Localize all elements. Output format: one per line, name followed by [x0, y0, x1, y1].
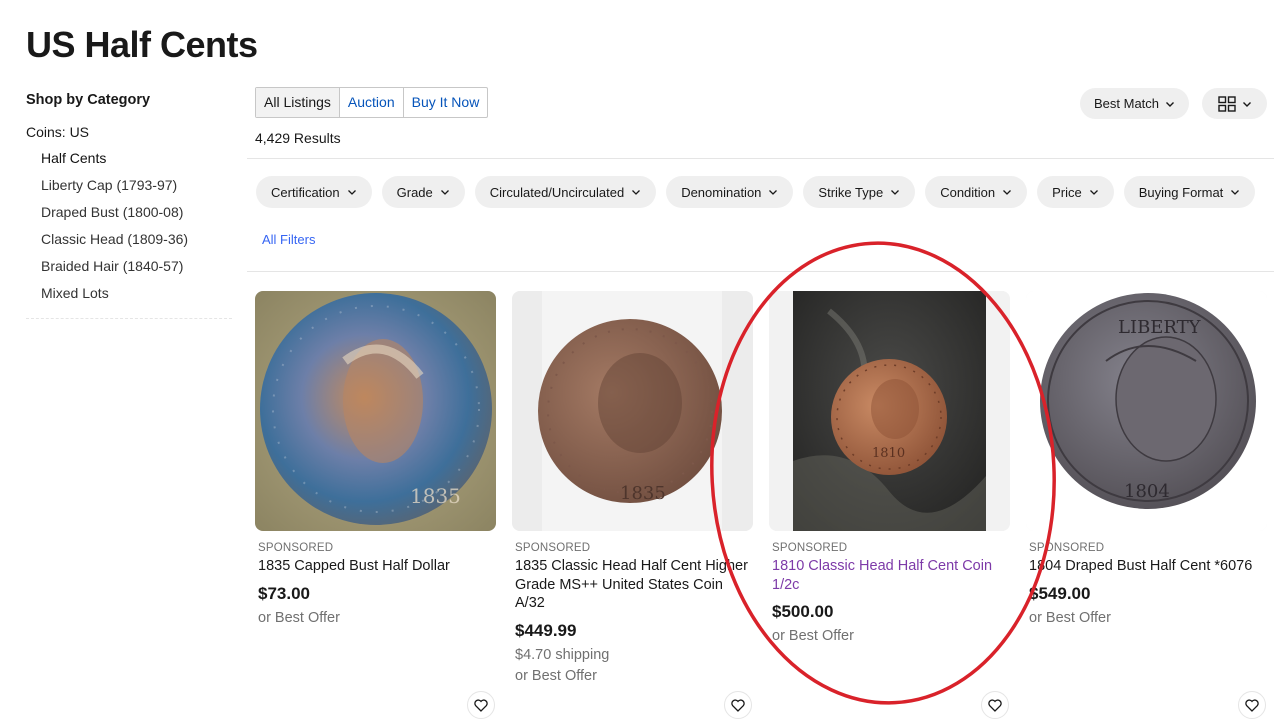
listing-format-tabs: All Listings Auction Buy It Now — [255, 87, 489, 118]
results-count: 4,429 Results — [255, 130, 341, 146]
tab-auction[interactable]: Auction — [340, 88, 404, 117]
listing-title[interactable]: 1835 Classic Head Half Cent Higher Grade… — [515, 557, 754, 613]
coin-date: 1804 — [1124, 481, 1170, 502]
sponsored-label: SPONSORED — [1029, 542, 1105, 554]
listing-price: $449.99 — [515, 620, 577, 640]
filter-strike-type[interactable]: Strike Type — [803, 176, 916, 208]
sidebar-item-classic-head[interactable]: Classic Head (1809-36) — [41, 231, 232, 258]
sponsored-label: SPONSORED — [515, 542, 591, 554]
coin-legend: LIBERTY — [1118, 317, 1202, 338]
filter-price[interactable]: Price — [1037, 176, 1114, 208]
listing-image[interactable]: 1835 — [512, 291, 753, 531]
watchlist-heart-button[interactable] — [724, 691, 752, 719]
view-toggle-button[interactable] — [1202, 88, 1267, 119]
coin-date: 1810 — [872, 446, 905, 461]
sidebar-parent-category[interactable]: Coins: US — [26, 124, 232, 140]
shipping-label: $4.70 shipping — [515, 646, 610, 663]
sidebar-category-list: Half Cents Liberty Cap (1793-97) Draped … — [26, 150, 232, 312]
grid-view-icon — [1217, 95, 1236, 112]
best-offer-label: or Best Offer — [1029, 609, 1111, 626]
listing-image[interactable]: 1810 — [769, 291, 1010, 531]
chevron-down-icon — [1003, 190, 1012, 195]
coin-date: 1835 — [620, 483, 666, 504]
coin-date: 1835 — [410, 484, 461, 508]
sponsored-label: SPONSORED — [772, 542, 848, 554]
divider — [247, 271, 1274, 272]
chevron-down-icon — [440, 190, 449, 195]
listing-price: $549.00 — [1029, 583, 1091, 603]
chevron-down-icon — [1231, 190, 1240, 195]
listing-title[interactable]: 1804 Draped Bust Half Cent *6076 — [1029, 557, 1268, 576]
chevron-down-icon — [632, 190, 641, 195]
filter-denomination[interactable]: Denomination — [666, 176, 794, 208]
heart-icon — [731, 698, 745, 712]
listing-card[interactable]: 1835 SPONSORED 1835 Capped Bust Half Dol… — [255, 291, 497, 626]
sidebar-item-mixed-lots[interactable]: Mixed Lots — [41, 285, 232, 312]
watchlist-heart-button[interactable] — [467, 691, 495, 719]
filter-bar: Certification Grade Circulated/Uncircula… — [256, 176, 1256, 256]
chevron-down-icon — [769, 190, 778, 195]
sidebar-item-draped-bust[interactable]: Draped Bust (1800-08) — [41, 204, 232, 231]
sidebar-item-braided-hair[interactable]: Braided Hair (1840-57) — [41, 258, 232, 285]
sponsored-label: SPONSORED — [258, 542, 334, 554]
filter-certification[interactable]: Certification — [256, 176, 372, 208]
listing-card[interactable]: LIBERTY 1804 SPONSORED 1804 Draped Bust … — [1026, 291, 1268, 626]
sidebar-divider — [26, 318, 232, 319]
listing-card[interactable]: 1810 SPONSORED 1810 Classic Head Half Ce… — [769, 291, 1011, 644]
sidebar-item-liberty-cap[interactable]: Liberty Cap (1793-97) — [41, 177, 232, 204]
filter-label: Buying Format — [1138, 184, 1224, 200]
tab-buy-it-now[interactable]: Buy It Now — [404, 88, 488, 117]
chevron-down-icon — [347, 190, 356, 195]
watchlist-heart-button[interactable] — [981, 691, 1009, 719]
chevron-down-icon — [1242, 101, 1251, 107]
divider — [247, 158, 1274, 159]
chevron-down-icon — [1166, 101, 1175, 107]
best-offer-label: or Best Offer — [258, 609, 340, 626]
chevron-down-icon — [1089, 190, 1098, 195]
best-offer-label: or Best Offer — [515, 667, 597, 684]
filter-label: Grade — [396, 184, 433, 200]
filter-buying-format[interactable]: Buying Format — [1123, 176, 1256, 208]
filter-condition[interactable]: Condition — [925, 176, 1028, 208]
listing-title[interactable]: 1810 Classic Head Half Cent Coin 1/2c — [772, 557, 1011, 594]
listing-price: $500.00 — [772, 602, 834, 621]
filter-circulated[interactable]: Circulated/Uncirculated — [474, 176, 657, 208]
listing-title[interactable]: 1835 Capped Bust Half Dollar — [258, 557, 497, 576]
best-offer-label: or Best Offer — [772, 628, 854, 644]
chevron-down-icon — [891, 190, 900, 195]
sort-label: Best Match — [1094, 96, 1160, 111]
listing-image[interactable]: 1835 — [255, 291, 496, 531]
filter-label: Certification — [271, 184, 340, 200]
filter-label: Price — [1052, 184, 1082, 200]
watchlist-heart-button[interactable] — [1238, 691, 1266, 719]
filter-grade[interactable]: Grade — [381, 176, 465, 208]
heart-icon — [1245, 698, 1259, 712]
sidebar-item-half-cents[interactable]: Half Cents — [41, 150, 232, 177]
filter-label: Circulated/Uncirculated — [489, 184, 625, 200]
sidebar-heading: Shop by Category — [26, 92, 151, 108]
heart-icon — [988, 698, 1002, 712]
heart-icon — [474, 698, 488, 712]
page-title: US Half Cents — [26, 24, 258, 65]
tab-all-listings[interactable]: All Listings — [256, 88, 340, 117]
filter-label: Denomination — [681, 184, 762, 200]
listing-image[interactable]: LIBERTY 1804 — [1026, 291, 1267, 531]
listing-card[interactable]: 1835 SPONSORED 1835 Classic Head Half Ce… — [512, 291, 754, 684]
listing-price: $73.00 — [258, 583, 310, 603]
filter-label: Strike Type — [818, 184, 884, 200]
category-sidebar: Shop by Category Coins: US Half Cents Li… — [26, 92, 232, 319]
filter-label: Condition — [940, 184, 996, 200]
sort-dropdown[interactable]: Best Match — [1080, 88, 1190, 119]
all-filters-link[interactable]: All Filters — [256, 224, 321, 256]
